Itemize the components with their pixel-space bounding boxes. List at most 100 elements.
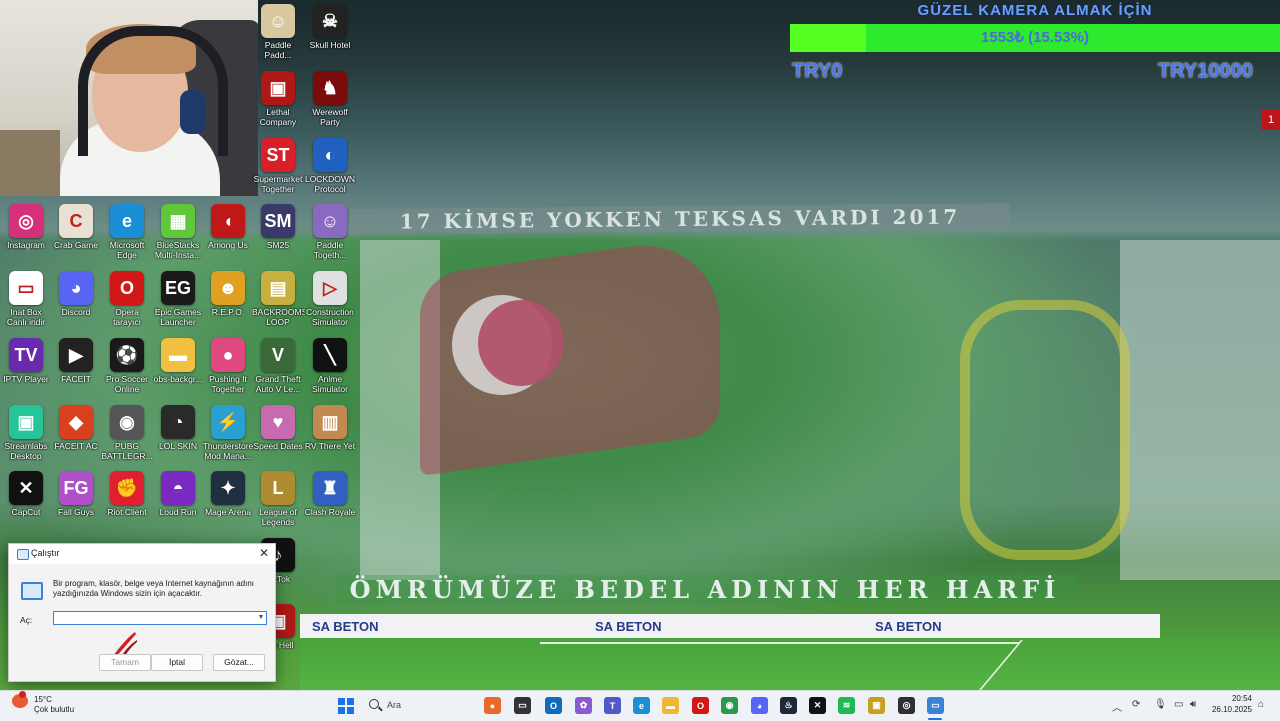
- file-explorer-icon[interactable]: ▬: [662, 697, 679, 714]
- goal-progress-text: 1553₺ (15.53%): [981, 29, 1089, 46]
- tifo-yellow-outline: [960, 300, 1130, 560]
- desktop-icon[interactable]: ◎ Instagram: [0, 204, 52, 250]
- desktop-icon[interactable]: ▷ Construction Simulator: [304, 271, 356, 327]
- capcut-taskbar-icon[interactable]: ✕: [809, 697, 826, 714]
- goal-progress-bar: 1553₺ (15.53%): [790, 24, 1280, 52]
- desktop-icon[interactable]: ● Pushing It Together: [202, 338, 254, 394]
- lock-app-icon[interactable]: ▣: [868, 697, 885, 714]
- instagram-icon: ◎: [9, 204, 43, 238]
- notification-badge: 1: [1262, 110, 1280, 130]
- desktop-icon[interactable]: ▶ FACEIT: [50, 338, 102, 384]
- desktop-icon[interactable]: ☻ R.E.P.O.: [202, 271, 254, 317]
- desktop-icon[interactable]: ▥ RV There Yet: [304, 405, 356, 451]
- run-taskbar-icon[interactable]: ▭: [927, 697, 944, 714]
- clock-date[interactable]: 26.10.2025: [1208, 705, 1252, 714]
- desktop-icon-label: Instagram: [7, 240, 45, 250]
- desktop-icon[interactable]: ◓ Loud Run: [152, 471, 204, 517]
- desktop-icon[interactable]: ▤ BACKROOMS LOOP: [252, 271, 304, 327]
- teams-icon[interactable]: T: [604, 697, 621, 714]
- iptv-icon: TV: [9, 338, 43, 372]
- spotify-icon[interactable]: ≋: [838, 697, 855, 714]
- desktop-icon[interactable]: ST Supermarket Together: [252, 138, 304, 194]
- desktop-icon[interactable]: ▣ Lethal Company: [252, 71, 304, 127]
- ad-text: SA BETON: [312, 619, 379, 634]
- desktop-icon[interactable]: EG Epic Games Launcher: [152, 271, 204, 327]
- task-view-icon[interactable]: ▭: [514, 697, 531, 714]
- desktop-icon[interactable]: L League of Legends: [252, 471, 304, 527]
- desktop-icon[interactable]: ⚽ Pro Soccer Online: [101, 338, 153, 394]
- desktop-icon[interactable]: ◆ FACEIT AC: [50, 405, 102, 451]
- desktop-icon[interactable]: V Grand Theft Auto V Le...: [252, 338, 304, 394]
- desktop-icon-label: SM25: [266, 240, 290, 250]
- desktop-icon-label: Loud Run: [159, 507, 197, 517]
- edge-taskbar-icon[interactable]: e: [633, 697, 650, 714]
- desktop-icon[interactable]: O Opera tarayıcı: [101, 271, 153, 327]
- desktop-icon[interactable]: TV IPTV Player: [0, 338, 52, 384]
- volume-icon[interactable]: 🔊︎: [1190, 699, 1196, 710]
- copilot-icon[interactable]: ✿: [575, 697, 592, 714]
- desktop-icon[interactable]: ◉ PUBG BATTLEGR...: [101, 405, 153, 461]
- desktop-icon[interactable]: ▣ Streamlabs Desktop: [0, 405, 52, 461]
- desktop-icon[interactable]: ♥ Speed Dates: [252, 405, 304, 451]
- obs-icon[interactable]: ◎: [898, 697, 915, 714]
- search-box-label[interactable]: Ara: [387, 700, 401, 710]
- notification-icon[interactable]: ⌂: [1258, 699, 1264, 710]
- desktop-icon[interactable]: ☠ Skull Hotel: [304, 4, 356, 50]
- pro-soccer-icon: ⚽: [110, 338, 144, 372]
- desktop-icon[interactable]: e Microsoft Edge: [101, 204, 153, 260]
- desktop-icon[interactable]: ✦ Mage Arena: [202, 471, 254, 517]
- desktop-icon[interactable]: C Crab Game: [50, 204, 102, 250]
- widgets-icon[interactable]: ●: [484, 697, 501, 714]
- weather-description[interactable]: Çok bulutlu: [34, 705, 74, 714]
- cancel-button[interactable]: İptal: [151, 654, 203, 671]
- opera-icon: O: [110, 271, 144, 305]
- desktop-icon[interactable]: ◔ LOL SKIN: [152, 405, 204, 451]
- faceit-icon: ▶: [59, 338, 93, 372]
- ok-button[interactable]: Tamam: [99, 654, 151, 671]
- discord-taskbar-icon[interactable]: ◕: [751, 697, 768, 714]
- opera-taskbar-icon[interactable]: O: [692, 697, 709, 714]
- sync-icon[interactable]: ⟳: [1132, 699, 1140, 710]
- tifo-crescent-cut: [478, 300, 564, 386]
- close-icon[interactable]: ✕: [257, 546, 271, 560]
- chrome-icon[interactable]: ◉: [721, 697, 738, 714]
- desktop-icon[interactable]: FG Fall Guys: [50, 471, 102, 517]
- desktop-icon[interactable]: ♜ Clash Royale: [304, 471, 356, 517]
- steam-icon[interactable]: ♨: [780, 697, 797, 714]
- network-icon[interactable]: ▭: [1174, 699, 1183, 710]
- desktop-icon[interactable]: ◖ Among Us: [202, 204, 254, 250]
- desktop-icon[interactable]: ◐ LOCKDOWN Protocol: [304, 138, 356, 194]
- folder-icon: ▬: [161, 338, 195, 372]
- chevron-up-icon[interactable]: ︿: [1112, 699, 1122, 714]
- desktop-icon-label: Microsoft Edge: [109, 240, 145, 260]
- desktop-icon[interactable]: ⚡ Thunderstore Mod Mana...: [202, 405, 254, 461]
- weather-temperature[interactable]: 15°C: [34, 695, 52, 704]
- microphone-icon[interactable]: 🎙︎: [1154, 699, 1167, 710]
- chevron-down-icon[interactable]: ▼: [255, 612, 267, 624]
- stadium-banner-bottom: ÖMRÜMÜZE BEDEL ADININ HER HARFİ: [335, 575, 1075, 605]
- desktop-icon[interactable]: ▬ obs-backgr...: [152, 338, 204, 384]
- desktop-icon[interactable]: ✕ CapCut: [0, 471, 52, 517]
- ad-board: SA BETON SA BETON SA BETON: [300, 614, 1160, 638]
- desktop-icon[interactable]: ♞ Werewolf Party: [304, 71, 356, 127]
- desktop-icon[interactable]: ☺ Paddle Padd...: [252, 4, 304, 60]
- desktop-icon[interactable]: ▭Inat Box Canlı indir Turbo: [0, 271, 52, 327]
- outlook-icon[interactable]: O: [545, 697, 562, 714]
- clock-time[interactable]: 20:54: [1208, 694, 1252, 703]
- desktop-icon[interactable]: ◕ Discord: [50, 271, 102, 317]
- desktop-icon-label: Speed Dates: [253, 441, 303, 451]
- desktop-icon[interactable]: ╲ Anime Simulator: [304, 338, 356, 394]
- skull-hotel-icon: ☠: [313, 4, 347, 38]
- windows-start-icon[interactable]: [338, 698, 354, 714]
- desktop-icon[interactable]: ☺ Paddle Togeth...: [304, 204, 356, 260]
- desktop-icon[interactable]: ✊ Riot Client: [101, 471, 153, 517]
- browse-button[interactable]: Gözat...: [213, 654, 265, 671]
- desktop-icon[interactable]: SM SM25: [252, 204, 304, 250]
- desktop-icon-label: Supermarket Together: [253, 174, 303, 194]
- mage-arena-icon: ✦: [211, 471, 245, 505]
- run-dialog-titlebar[interactable]: Çalıştır ✕: [9, 544, 275, 564]
- edge-icon: e: [110, 204, 144, 238]
- run-command-input[interactable]: [53, 611, 267, 625]
- desktop-icon[interactable]: ▦ BlueStacks Multi-Insta...: [152, 204, 204, 260]
- desktop-icon-label: Fall Guys: [58, 507, 94, 517]
